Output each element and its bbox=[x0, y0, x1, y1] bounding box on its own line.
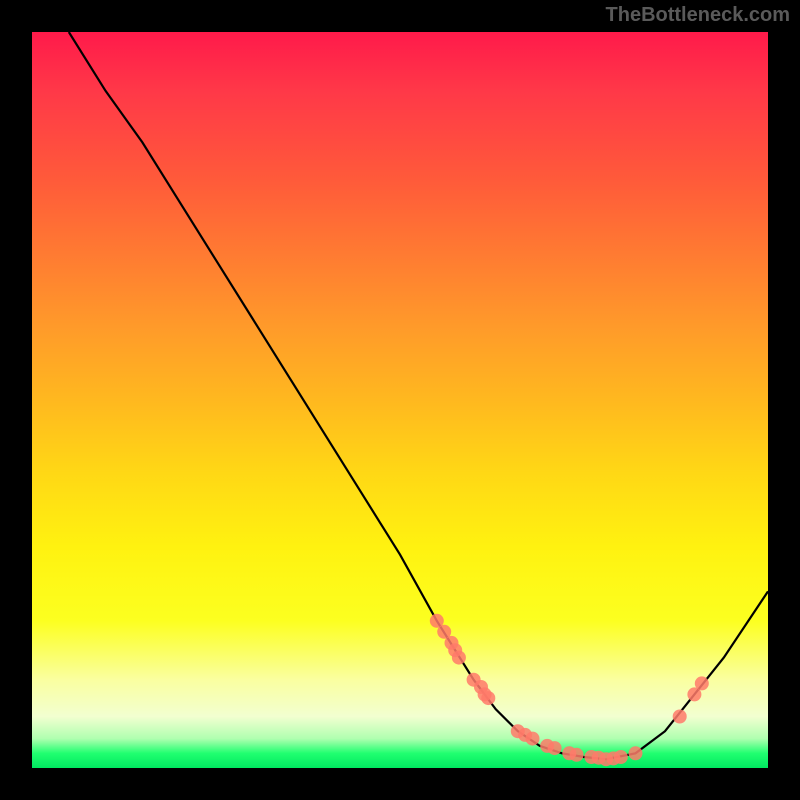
scatter-dot bbox=[695, 676, 709, 690]
scatter-dot bbox=[614, 750, 628, 764]
scatter-dot bbox=[548, 741, 562, 755]
chart-svg bbox=[32, 32, 768, 768]
scatter-dot bbox=[452, 651, 466, 665]
watermark-text: TheBottleneck.com bbox=[606, 4, 790, 27]
curve-line bbox=[69, 32, 768, 759]
scatter-dot bbox=[673, 710, 687, 724]
scatter-dot bbox=[481, 691, 495, 705]
scatter-dot bbox=[526, 732, 540, 746]
scatter-dots bbox=[430, 614, 709, 766]
scatter-dot bbox=[629, 746, 643, 760]
plot-area bbox=[32, 32, 768, 768]
scatter-dot bbox=[570, 748, 584, 762]
